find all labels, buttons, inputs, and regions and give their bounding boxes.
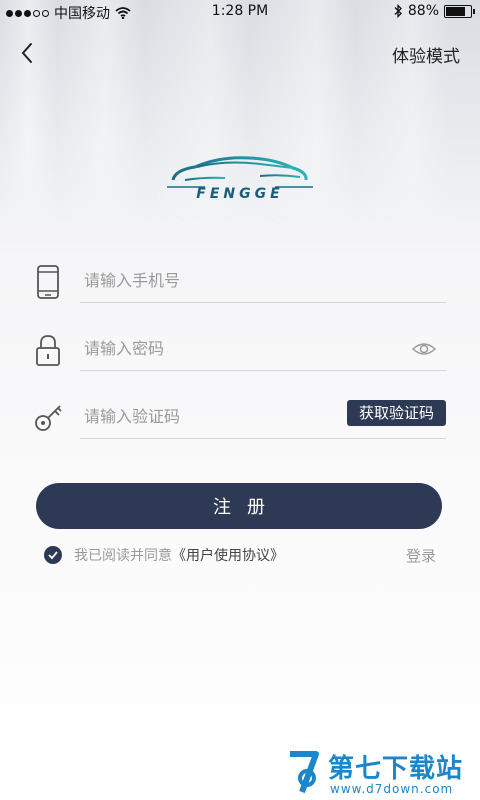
app-logo: FENGGE <box>165 150 315 210</box>
phone-input[interactable] <box>80 262 388 298</box>
get-code-button[interactable]: 获取验证码 <box>346 400 446 426</box>
watermark-title: 第七下载站 <box>328 754 464 784</box>
agreement-checkbox[interactable] <box>44 546 62 564</box>
experience-mode-button[interactable]: 体验模式 <box>392 42 460 67</box>
phone-field <box>80 262 446 303</box>
password-field <box>80 330 446 371</box>
agreement-row: 我已阅读并同意 《用户使用协议》 <box>44 545 284 565</box>
back-chevron-icon[interactable] <box>14 38 44 68</box>
watermark-url: www.d7down.com <box>330 782 454 796</box>
car-logo-icon <box>167 156 313 188</box>
battery-fill <box>446 6 465 16</box>
watermark-logo-icon <box>290 751 319 794</box>
key-icon <box>35 405 62 431</box>
user-agreement-link[interactable]: 《用户使用协议》 <box>172 545 284 565</box>
verify-code-field: 获取验证码 <box>80 398 446 439</box>
verify-code-row: 获取验证码 <box>30 394 446 444</box>
phone-row <box>30 258 446 308</box>
watermark: 第七下载站 www.d7down.com <box>288 748 476 798</box>
battery-icon <box>444 4 475 18</box>
status-bar: 中国移动 1:28 PM 88% <box>0 0 480 24</box>
agreement-text: 我已阅读并同意 <box>74 548 172 564</box>
password-input[interactable] <box>80 330 388 366</box>
eye-icon[interactable] <box>412 340 436 358</box>
checkmark-icon <box>48 551 58 560</box>
lock-icon <box>36 335 60 366</box>
phone-icon <box>37 265 59 299</box>
login-link[interactable]: 登录 <box>406 545 436 566</box>
bluetooth-icon <box>394 4 402 18</box>
verify-code-input[interactable] <box>80 398 388 434</box>
battery-percent: 88% <box>407 3 439 19</box>
logo-text: FENGGE <box>196 186 284 202</box>
status-right: 88% <box>393 3 475 19</box>
register-button[interactable]: 注册 <box>36 483 442 529</box>
password-row <box>30 326 446 376</box>
